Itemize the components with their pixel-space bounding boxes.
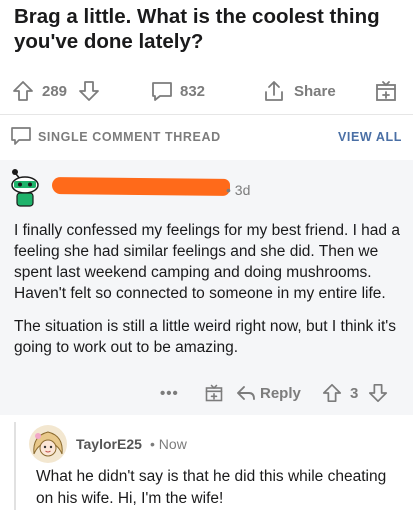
reply-author[interactable]: TaylorE25: [76, 436, 142, 452]
share-label: Share: [294, 82, 336, 100]
award-gift-icon: [205, 384, 223, 402]
more-options-button[interactable]: •••: [160, 380, 179, 406]
share-button[interactable]: Share: [262, 76, 336, 106]
downvote-icon: [368, 383, 388, 403]
single-comment-thread-label: SINGLE COMMENT THREAD: [38, 130, 221, 144]
award-button[interactable]: [374, 76, 398, 106]
reply-button[interactable]: Reply: [236, 380, 301, 406]
thread-line: [14, 422, 16, 510]
award-button[interactable]: [204, 380, 224, 406]
reply-arrow-icon: [237, 386, 255, 400]
comment-vote-count: 3: [350, 384, 359, 402]
comment-timestamp: • 3d: [226, 182, 251, 198]
comment-action-bar: ••• Reply 3: [0, 380, 413, 406]
upvote-icon: [322, 383, 342, 403]
comments-button[interactable]: 832: [150, 76, 205, 106]
upvote-button[interactable]: [12, 76, 34, 106]
post-vote-count: 289: [42, 82, 68, 100]
share-icon: [265, 81, 283, 101]
reply-time: Now: [158, 436, 187, 452]
award-gift-icon: [376, 81, 396, 101]
reply-body: What he didn't say is that he did this w…: [36, 468, 387, 507]
reply-timestamp: • Now: [150, 436, 187, 452]
view-all-link[interactable]: VIEW ALL: [338, 130, 402, 144]
comment-downvote-button[interactable]: [368, 380, 388, 406]
comment-count: 832: [180, 82, 206, 100]
comment-body: I finally confessed my feelings for my b…: [14, 220, 406, 370]
comment-time: 3d: [234, 182, 251, 198]
comment-upvote-button[interactable]: [322, 380, 342, 406]
thread-bar: SINGLE COMMENT THREAD VIEW ALL: [0, 122, 413, 152]
upvote-icon: [13, 81, 33, 101]
downvote-icon: [79, 81, 99, 101]
reply-label: Reply: [260, 384, 301, 402]
post-action-bar: 289 832 Share: [0, 76, 413, 106]
avatar: [11, 169, 39, 207]
comment-paragraph: The situation is still a little weird ri…: [14, 318, 397, 356]
post-title: Brag a little. What is the coolest thing…: [14, 5, 380, 53]
comment-icon: [11, 127, 31, 145]
downvote-button[interactable]: [78, 76, 100, 106]
divider: [0, 114, 413, 115]
avatar: [29, 425, 67, 463]
redacted-username: [51, 177, 231, 196]
comment-icon: [152, 82, 172, 101]
comment-paragraph: I finally confessed my feelings for my b…: [14, 222, 400, 302]
